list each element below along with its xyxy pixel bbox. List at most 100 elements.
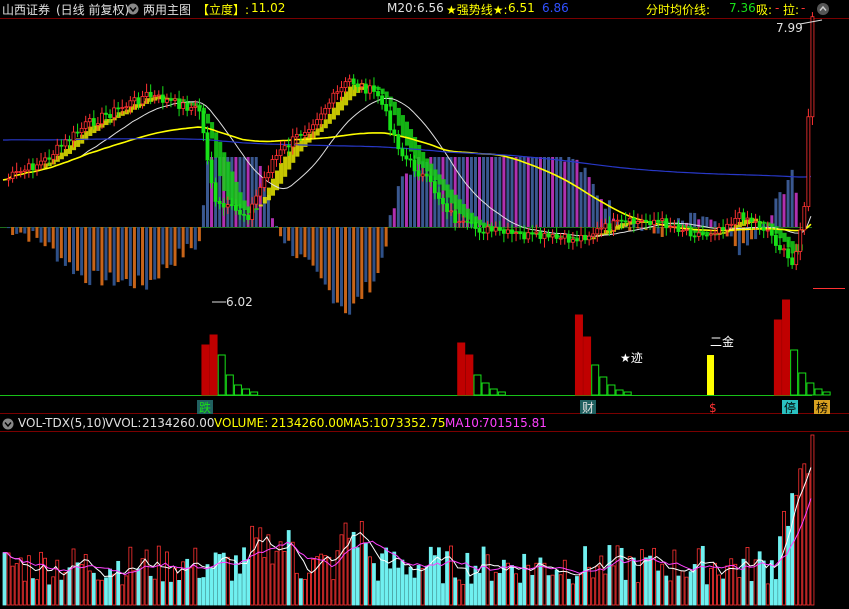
oscillator-bar [384,227,388,247]
volume-bar [700,545,705,606]
oscillator-bar [88,227,92,286]
volume-bar [489,580,494,606]
oscillator-bar [409,174,412,227]
trend-band-segment [128,106,133,113]
candle-body [112,107,117,118]
volume-bar [31,578,35,606]
volume-bar [481,546,486,606]
oscillator-bar [490,157,494,227]
oscillator-bar [76,227,80,271]
signal-bar [201,344,210,396]
volume-bar [709,567,713,606]
candle-body [254,195,259,205]
signal-bar [225,374,234,396]
volume-bar [266,534,271,606]
volume-bar [189,567,194,606]
candle-body [566,234,571,243]
volume-bar [412,577,417,606]
volume-bar [307,572,311,606]
candle-body [745,217,750,221]
candle-body [806,116,811,207]
trend-band-segment [660,221,665,224]
oscillator-bar [709,219,713,227]
trend-band-segment [376,86,381,91]
volume-bar [95,579,100,606]
oscillator-bar [96,227,100,271]
trend-band-segment [404,121,409,146]
volume-bar [737,577,742,606]
oscillator-bar [660,227,664,237]
volume-bar [461,583,466,606]
oscillator-bar [356,227,360,297]
volume-bar [380,553,384,606]
volume-bar [745,547,750,606]
vol-ma10-line [2,498,812,576]
trend-band-segment [43,163,48,169]
candle-body [428,175,433,182]
trend-band-segment [559,235,564,238]
volume-bar [664,575,669,606]
oscillator-bar [55,227,59,262]
candle-body [177,98,181,109]
trend-band-segment [55,155,60,162]
volume-bar [514,573,518,606]
candle-body [753,221,758,223]
candle-body [623,220,628,223]
candle-body [266,172,271,179]
candle-body [583,234,587,241]
oscillator-bar [197,227,201,242]
oscillator-bar [591,183,595,227]
candle-body [769,229,774,236]
signal-bar [457,342,466,396]
candle-body [209,159,214,184]
candle-body [87,118,92,123]
oscillator-bar [270,218,274,227]
volume-bar [607,545,612,606]
candle-body [640,219,644,222]
candle-body [713,232,717,235]
volume-bar [538,557,543,606]
candle-body [201,110,206,134]
bang-tag: 榜 [816,400,828,415]
candle-body [91,118,96,126]
candle-body [668,226,673,229]
candle-body [481,231,486,234]
oscillator-bar [59,227,63,259]
volume-bar [132,570,137,606]
trend-band-segment [737,221,742,228]
oscillator-bar [283,227,287,244]
candle-body [526,232,531,240]
candle-body [367,85,372,94]
oscillator-bar [368,227,372,293]
trend-band-segment [327,113,332,124]
oscillator-bar [319,227,323,279]
volume-bar [408,566,413,606]
volume-bar [71,548,76,606]
candle-body [692,235,697,238]
oscillator-bar [311,227,315,266]
volume-bar [238,573,242,606]
oscillator-bar [510,157,514,227]
volume-bar [652,547,656,606]
stock-chart-canvas[interactable]: 7.99 6.02 ★迹 二金 跌 财 $ 停 榜 [0,0,849,609]
oscillator-bar [514,157,518,227]
candle-body [160,94,165,103]
volume-bar [290,541,295,606]
oscillator-bar [63,227,67,266]
oscillator-bar [522,157,526,227]
oscillator-bar [794,192,798,227]
trend-band-segment [108,118,113,123]
oscillator-bar [339,227,343,307]
trend-band-segment [51,159,56,165]
candle-body [100,112,104,125]
candle-body [234,205,238,211]
candle-body [355,83,360,88]
volume-bar [22,580,27,606]
trend-band-segment [790,241,795,254]
candle-body [156,94,161,97]
volume-bar [160,581,165,606]
oscillator-bar [84,227,88,284]
trend-band-segment [149,97,154,102]
volume-bar [704,584,709,606]
candle-body [31,163,35,171]
